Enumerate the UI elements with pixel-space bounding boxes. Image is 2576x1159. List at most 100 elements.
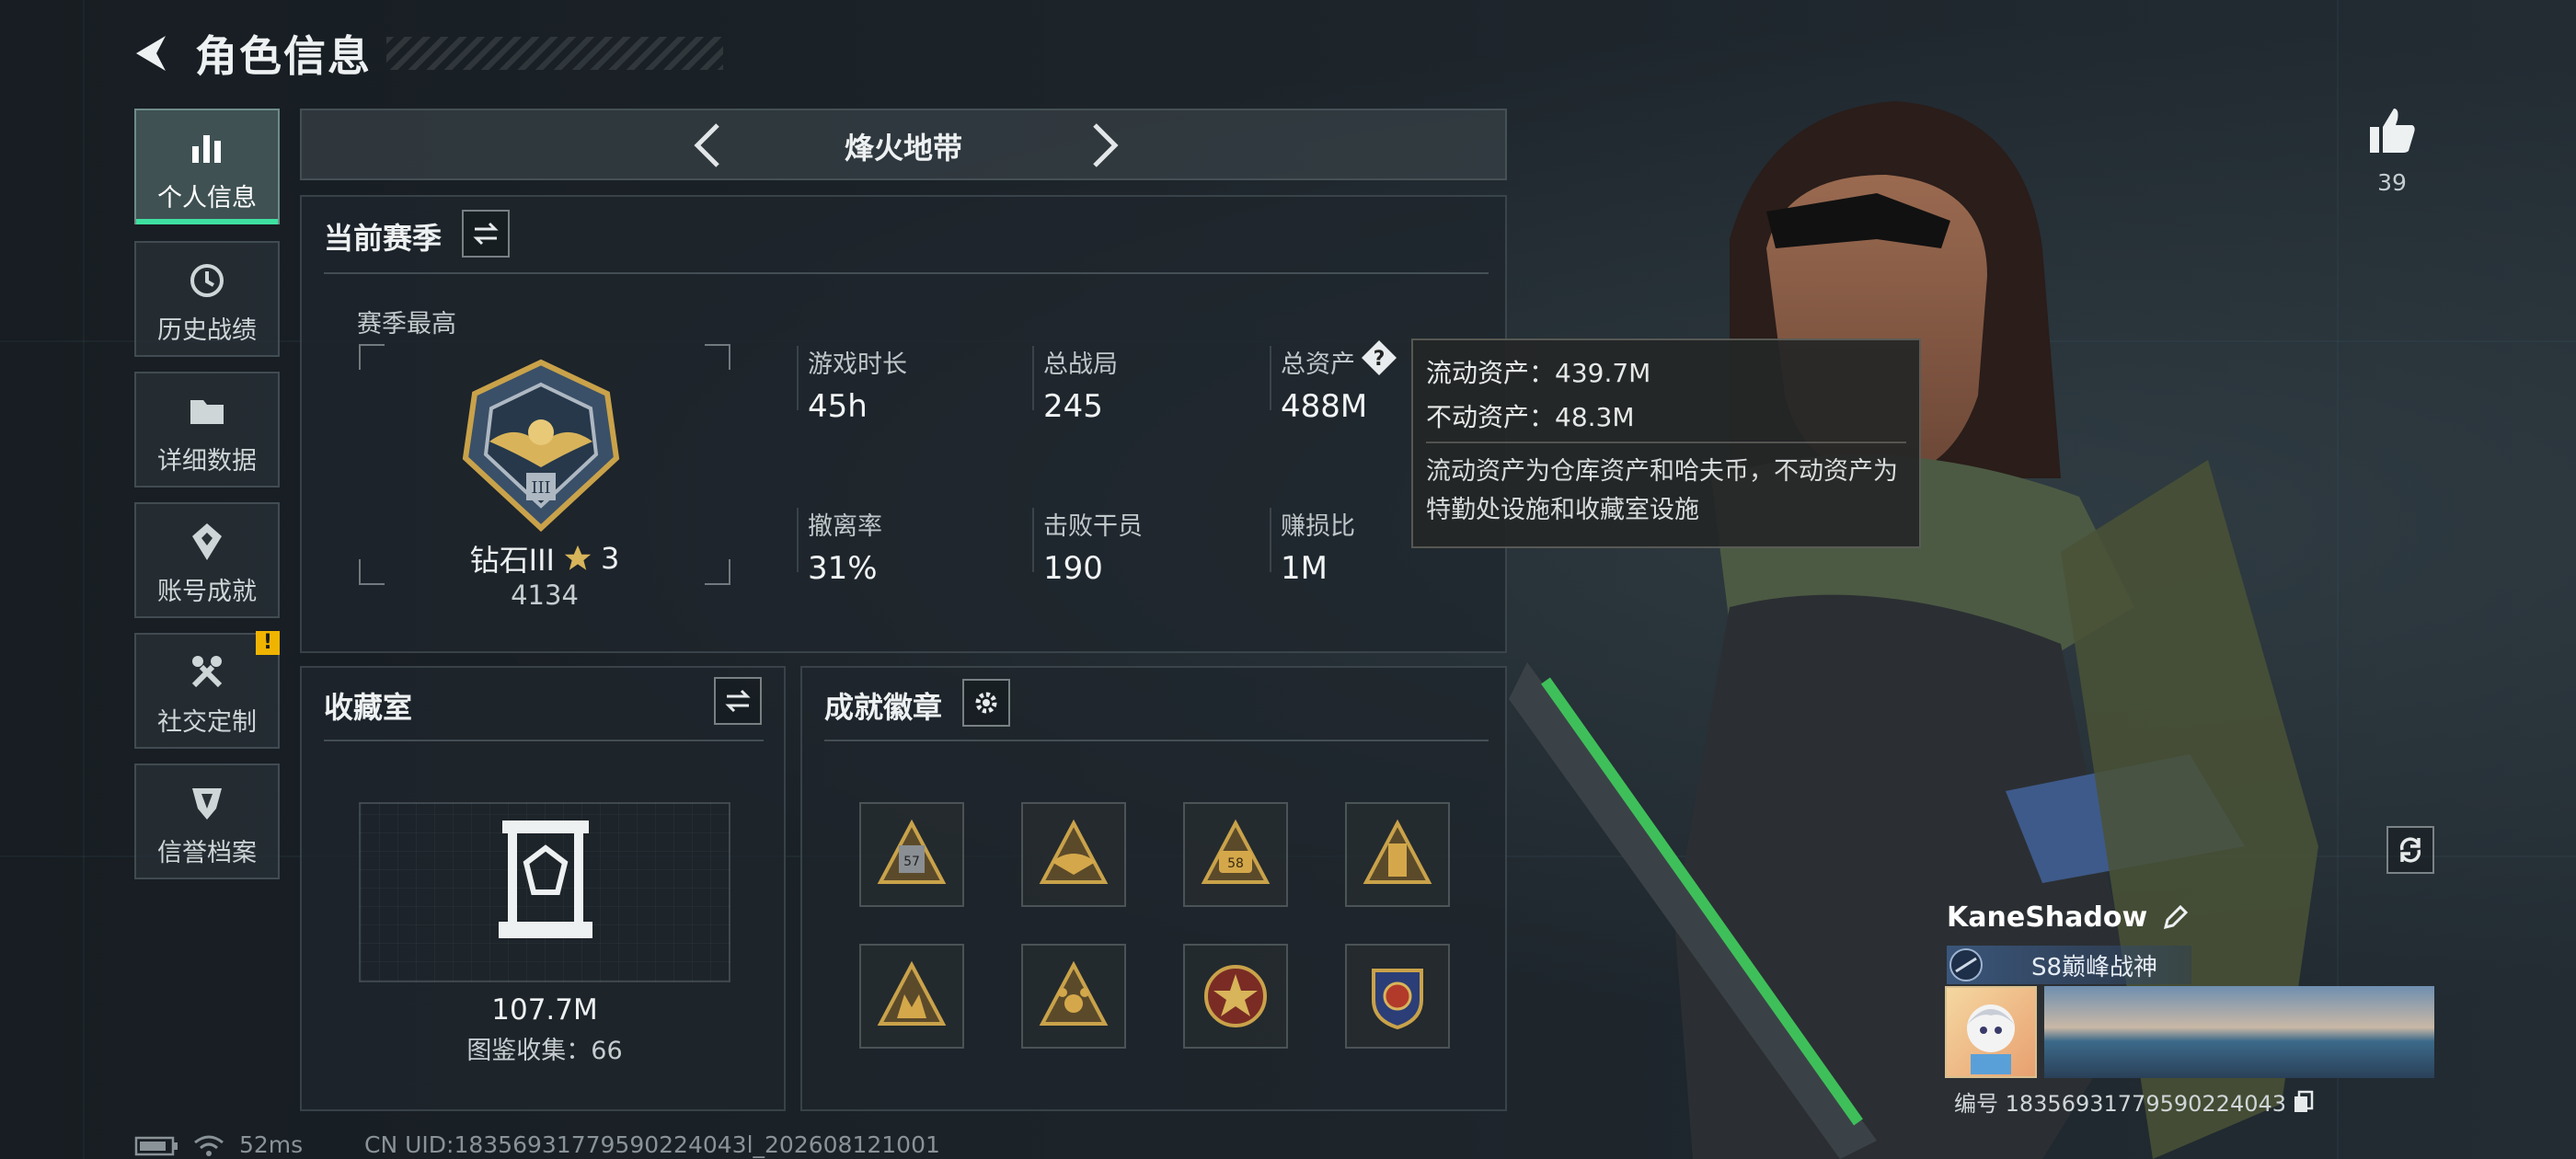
paw-badge-icon — [1039, 960, 1109, 1026]
page-title: 角色信息 — [195, 31, 372, 81]
assets-tooltip: 流动资产：439.7M 不动资产：48.3M 流动资产为仓库资产和哈夫币，不动资… — [1411, 339, 1921, 548]
stat-label-playtime: 游戏时长 — [808, 350, 907, 379]
badge-58[interactable]: 58 — [1183, 802, 1288, 907]
stat-label-kills: 击败干员 — [1043, 512, 1143, 541]
rank-stars: 3 — [600, 541, 620, 576]
edit-icon[interactable] — [2160, 903, 2190, 933]
stat-divider — [797, 346, 799, 410]
rank-line: 钻石III 3 — [361, 537, 729, 580]
divider — [324, 272, 1489, 274]
bg-grid-line — [2337, 0, 2339, 1159]
header-stripes — [386, 37, 723, 70]
sidebar-item-profile[interactable]: 个人信息 — [134, 109, 280, 224]
svg-text:57: 57 — [903, 855, 920, 869]
avatar[interactable] — [1945, 986, 2037, 1078]
frame-corner — [359, 344, 385, 370]
badge-star-wreath[interactable] — [1183, 944, 1288, 1049]
gear-icon — [975, 692, 997, 714]
mode-selector: 烽火地带 — [300, 109, 1507, 180]
battery-icon — [134, 1136, 178, 1156]
sidebar-item-achievements[interactable]: 账号成就 — [134, 502, 280, 618]
page-header: 角色信息 — [129, 26, 723, 81]
title-emblem-icon — [1949, 948, 1983, 981]
shield-icon — [192, 788, 222, 820]
rank-name: 钻石III — [469, 543, 555, 578]
stat-divider — [1270, 508, 1271, 572]
stat-label-extraction: 撤离率 — [808, 512, 882, 541]
stat-value-matches: 245 — [1043, 388, 1103, 425]
sidebar-item-label: 社交定制 — [157, 708, 257, 737]
tooltip-divider — [1426, 442, 1906, 443]
season-best-label: 赛季最高 — [357, 310, 456, 339]
svg-text:?: ? — [1374, 348, 1386, 371]
history-icon — [190, 264, 224, 297]
stat-value-kills: 190 — [1043, 550, 1103, 587]
badge-crest[interactable] — [1345, 944, 1450, 1049]
rank-points: 4134 — [511, 580, 579, 611]
bg-grid-line — [83, 0, 85, 1159]
player-id-row: 编号 18356931779590224043 — [1954, 1085, 2316, 1118]
season-switch-button[interactable] — [462, 210, 510, 258]
stat-divider — [1032, 508, 1034, 572]
stat-divider — [1270, 346, 1271, 410]
frame-corner — [705, 344, 730, 370]
stat-value-assets: 488M — [1281, 388, 1368, 425]
mode-label: 烽火地带 — [844, 131, 962, 166]
swap-icon — [473, 222, 499, 246]
badge-wings[interactable] — [1021, 802, 1126, 907]
title-tag-label: S8巅峰战神 — [2031, 953, 2158, 981]
rotate-icon — [2399, 837, 2421, 863]
tooltip-liquid: 流动资产：439.7M — [1426, 358, 1651, 388]
stat-label-matches: 总战局 — [1043, 350, 1118, 379]
folder-icon — [190, 400, 224, 424]
sidebar-item-details[interactable]: 详细数据 — [134, 372, 280, 488]
collection-catalog: 图鉴收集：66 — [466, 1037, 623, 1065]
badge-paw[interactable] — [1021, 944, 1126, 1049]
help-icon[interactable]: ? — [1360, 339, 1398, 377]
player-name-row: KaneShadow — [1947, 901, 2190, 934]
stat-value-playtime: 45h — [808, 388, 868, 425]
stat-value-profit: 1M — [1281, 550, 1328, 587]
thumbs-up-icon[interactable] — [2364, 103, 2420, 158]
back-arrow-icon[interactable] — [129, 30, 175, 76]
58-badge-icon: 58 — [1201, 819, 1271, 884]
divider — [824, 740, 1489, 741]
collection-value: 107.7M — [491, 993, 598, 1027]
achievement-icon — [192, 523, 222, 560]
badge-squad[interactable] — [859, 944, 964, 1049]
badges-settings-button[interactable] — [962, 679, 1010, 727]
stat-divider — [1032, 346, 1034, 410]
collection-display[interactable] — [359, 802, 730, 982]
likes-count: 39 — [2377, 169, 2407, 196]
collection-title: 收藏室 — [324, 690, 413, 725]
profile-banner[interactable] — [2044, 986, 2434, 1078]
stat-divider — [797, 508, 799, 572]
sidebar-item-label: 详细数据 — [157, 447, 257, 476]
rotate-button[interactable] — [2386, 826, 2434, 874]
badge-57[interactable]: 57 — [859, 802, 964, 907]
wifi-icon — [194, 1135, 224, 1156]
squad-badge-icon — [877, 960, 947, 1026]
chevron-right-icon[interactable] — [1080, 120, 1126, 171]
sidebar-item-label: 个人信息 — [157, 184, 257, 212]
sidebar-item-label: 历史战绩 — [157, 316, 257, 345]
sidebar-item-history[interactable]: 历史战绩 — [134, 241, 280, 357]
star-icon — [564, 545, 592, 570]
bar-chart-icon — [192, 135, 221, 163]
avatar-character-icon — [1967, 1004, 2015, 1074]
collection-switch-button[interactable] — [714, 677, 762, 725]
sidebar-item-credit[interactable]: 信誉档案 — [134, 763, 280, 879]
stat-label-profit: 赚损比 — [1281, 512, 1355, 541]
ping: 52ms — [239, 1131, 304, 1158]
sidebar-item-label: 账号成就 — [157, 578, 257, 606]
title-tag: S8巅峰战神 — [1947, 946, 2191, 984]
badges-title: 成就徽章 — [824, 690, 943, 725]
display-case-icon — [499, 820, 592, 938]
alert-badge: ! — [256, 631, 280, 655]
stat-label-assets: 总资产 — [1281, 350, 1355, 379]
57-badge-icon: 57 — [877, 819, 947, 884]
copy-icon[interactable] — [2292, 1090, 2316, 1114]
player-name: KaneShadow — [1947, 901, 2148, 934]
divider — [324, 740, 764, 741]
badge-tower[interactable] — [1345, 802, 1450, 907]
